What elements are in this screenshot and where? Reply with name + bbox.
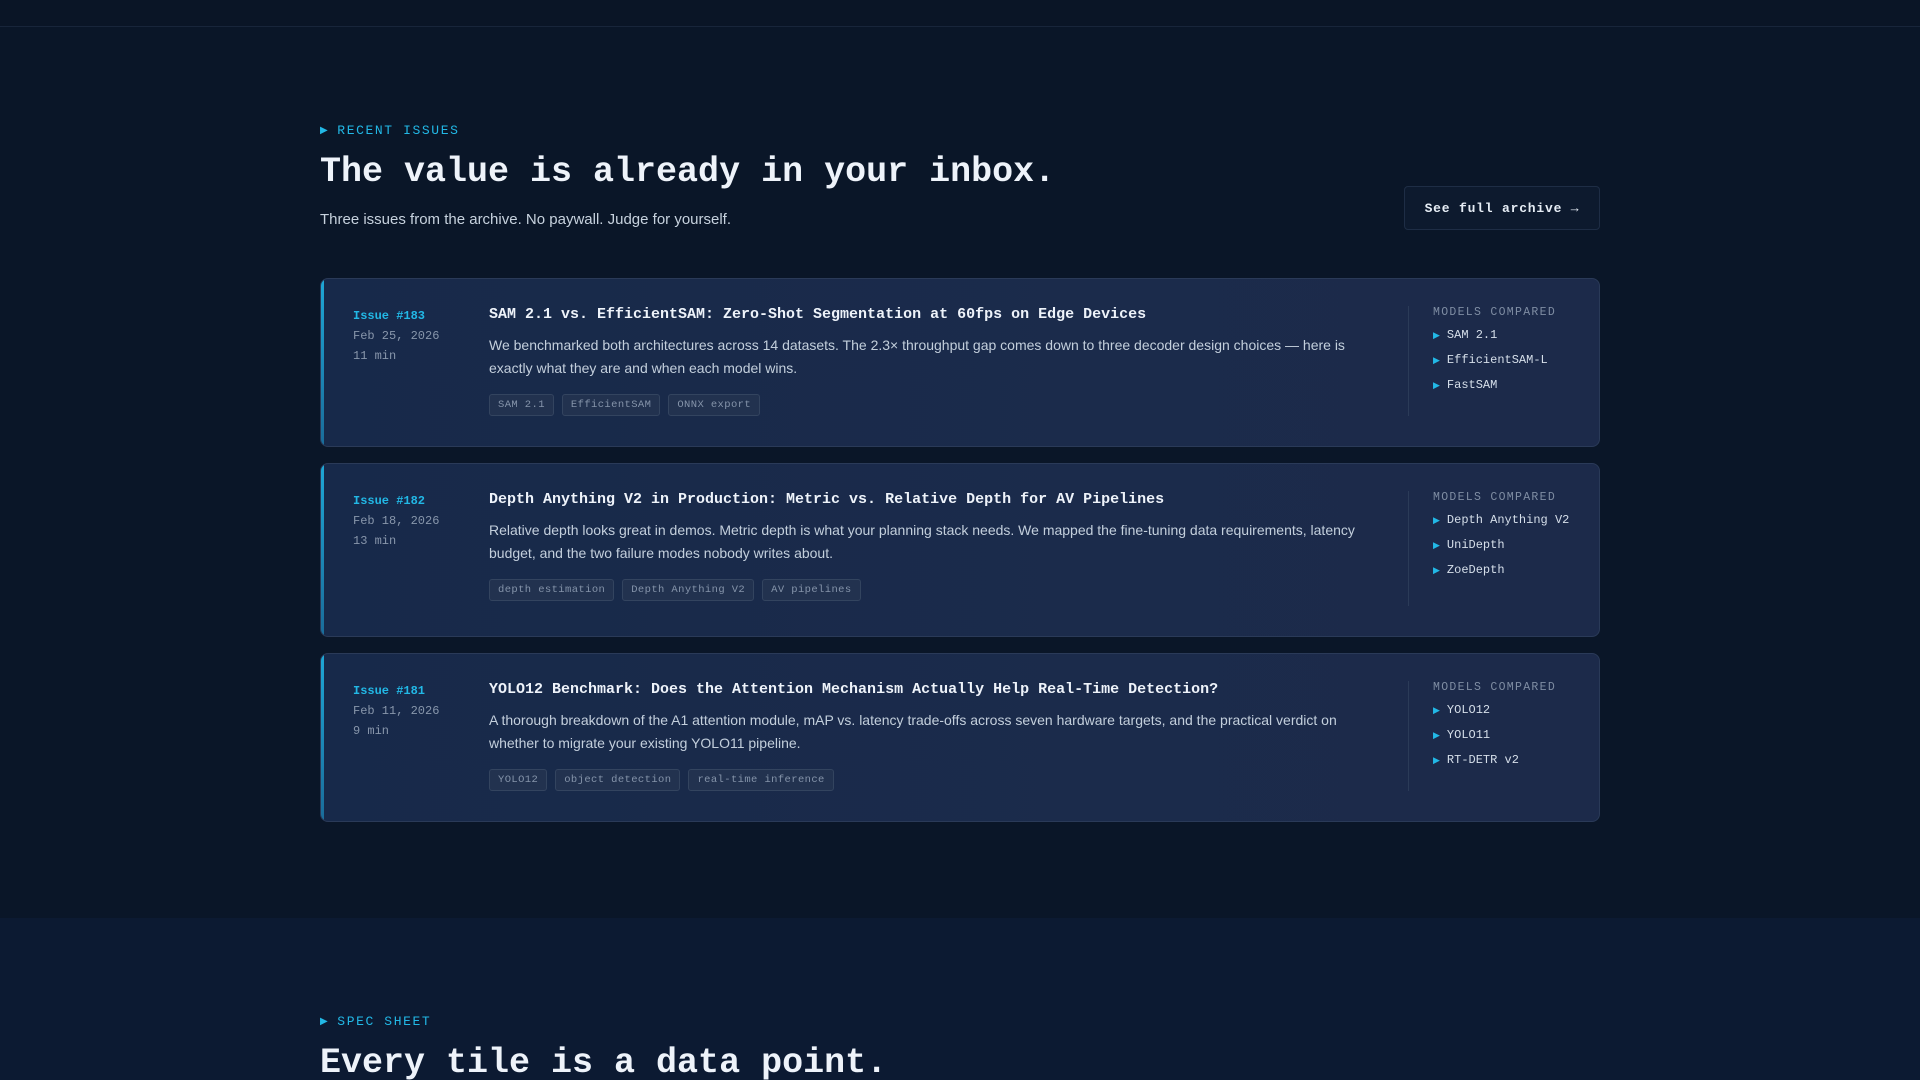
issue-date: Feb 18, 2026	[353, 514, 440, 528]
triangle-icon: ▶	[1433, 331, 1440, 341]
model-item: ▶ RT-DETR v2	[1433, 753, 1519, 767]
tag[interactable]: Depth Anything V2	[622, 579, 755, 601]
tag[interactable]: real-time inference	[688, 769, 834, 791]
tag[interactable]: ONNX export	[668, 394, 761, 416]
issue-read-time: 13 min	[353, 534, 397, 548]
issue-tags: depth estimation Depth Anything V2 AV pi…	[489, 579, 1359, 601]
models-compared-header: MODELS COMPARED	[1433, 306, 1557, 319]
model-item: ▶ ZoeDepth	[1433, 563, 1505, 577]
spec-sheet-section	[0, 918, 1920, 1080]
models-compared-header: MODELS COMPARED	[1433, 681, 1557, 694]
triangle-icon: ▶	[320, 1016, 330, 1028]
triangle-icon: ▶	[1433, 381, 1440, 391]
triangle-icon: ▶	[1433, 706, 1440, 716]
model-item: ▶ EfficientSAM-L	[1433, 353, 1548, 367]
issue-tags: YOLO12 object detection real-time infere…	[489, 769, 1359, 791]
page-subtitle: Three issues from the archive. No paywal…	[320, 211, 732, 228]
issue-title[interactable]: YOLO12 Benchmark: Does the Attention Mec…	[489, 680, 1359, 700]
tag[interactable]: depth estimation	[489, 579, 615, 601]
issue-card-182[interactable]: Issue #182 Feb 18, 2026 13 min Depth Any…	[320, 463, 1600, 637]
triangle-icon: ▶	[1433, 541, 1440, 551]
spec-sheet-title: Every tile is a data point.	[320, 1043, 888, 1080]
issue-title[interactable]: Depth Anything V2 in Production: Metric …	[489, 490, 1359, 510]
tag[interactable]: AV pipelines	[762, 579, 861, 601]
triangle-icon: ▶	[1433, 356, 1440, 366]
issue-read-time: 11 min	[353, 349, 397, 363]
triangle-icon: ▶	[1433, 756, 1440, 766]
issue-date: Feb 25, 2026	[353, 329, 440, 343]
models-compared: MODELS COMPARED ▶ Depth Anything V2 ▶ UniD…	[1408, 491, 1578, 606]
model-item: ▶ FastSAM	[1433, 378, 1498, 392]
spec-sheet-eyebrow: ▶ SPEC SHEET	[320, 1014, 432, 1029]
tag[interactable]: object detection	[555, 769, 681, 791]
models-compared: MODELS COMPARED ▶ YOLO12 ▶ YOLO11 ▶ RT-DETR…	[1408, 681, 1578, 791]
model-item: ▶ YOLO12	[1433, 703, 1491, 717]
issue-card-181[interactable]: Issue #181 Feb 11, 2026 9 min YOLO12 Ben…	[320, 653, 1600, 822]
models-compared-header: MODELS COMPARED	[1433, 491, 1557, 504]
model-item: ▶ YOLO11	[1433, 728, 1491, 742]
issue-body: Depth Anything V2 in Production: Metric …	[489, 490, 1359, 601]
tag[interactable]: YOLO12	[489, 769, 548, 791]
tag[interactable]: EfficientSAM	[561, 394, 661, 416]
model-item: ▶ UniDepth	[1433, 538, 1505, 552]
models-compared: MODELS COMPARED ▶ SAM 2.1 ▶ EfficientSAM-L…	[1408, 306, 1578, 416]
issue-read-time: 9 min	[353, 724, 390, 738]
issue-card-183[interactable]: Issue #183 Feb 25, 2026 11 min SAM 2.1 v…	[320, 278, 1600, 447]
issue-title[interactable]: SAM 2.1 vs. EfficientSAM: Zero-Shot Segm…	[489, 305, 1359, 325]
issue-description: We benchmarked both architectures across…	[489, 337, 1345, 376]
issue-meta: Issue #182 Feb 18, 2026 13 min	[353, 491, 439, 551]
issue-description: A thorough breakdown of the A1 attention…	[489, 712, 1337, 751]
top-bar	[0, 0, 1920, 27]
recent-issues-eyebrow: ▶ RECENT ISSUES	[320, 123, 460, 138]
issue-description: Relative depth looks great in demos. Met…	[489, 522, 1355, 561]
model-item: ▶ SAM 2.1	[1433, 328, 1498, 342]
page-title: The value is already in your inbox.	[320, 152, 1056, 192]
issue-number[interactable]: Issue #181	[353, 681, 439, 701]
issue-body: SAM 2.1 vs. EfficientSAM: Zero-Shot Segm…	[489, 305, 1359, 416]
model-item: ▶ Depth Anything V2	[1433, 513, 1570, 527]
issue-number[interactable]: Issue #182	[353, 491, 439, 511]
triangle-icon: ▶	[320, 125, 330, 137]
triangle-icon: ▶	[1433, 516, 1440, 526]
issue-number[interactable]: Issue #183	[353, 306, 439, 326]
see-full-archive-button[interactable]: See full archive →	[1404, 186, 1600, 230]
issue-body: YOLO12 Benchmark: Does the Attention Mec…	[489, 680, 1359, 791]
issue-date: Feb 11, 2026	[353, 704, 440, 718]
triangle-icon: ▶	[1433, 731, 1440, 741]
triangle-icon: ▶	[1433, 566, 1440, 576]
issue-tags: SAM 2.1 EfficientSAM ONNX export	[489, 394, 1359, 416]
tag[interactable]: SAM 2.1	[489, 394, 554, 416]
issue-meta: Issue #183 Feb 25, 2026 11 min	[353, 306, 439, 366]
issue-meta: Issue #181 Feb 11, 2026 9 min	[353, 681, 439, 741]
